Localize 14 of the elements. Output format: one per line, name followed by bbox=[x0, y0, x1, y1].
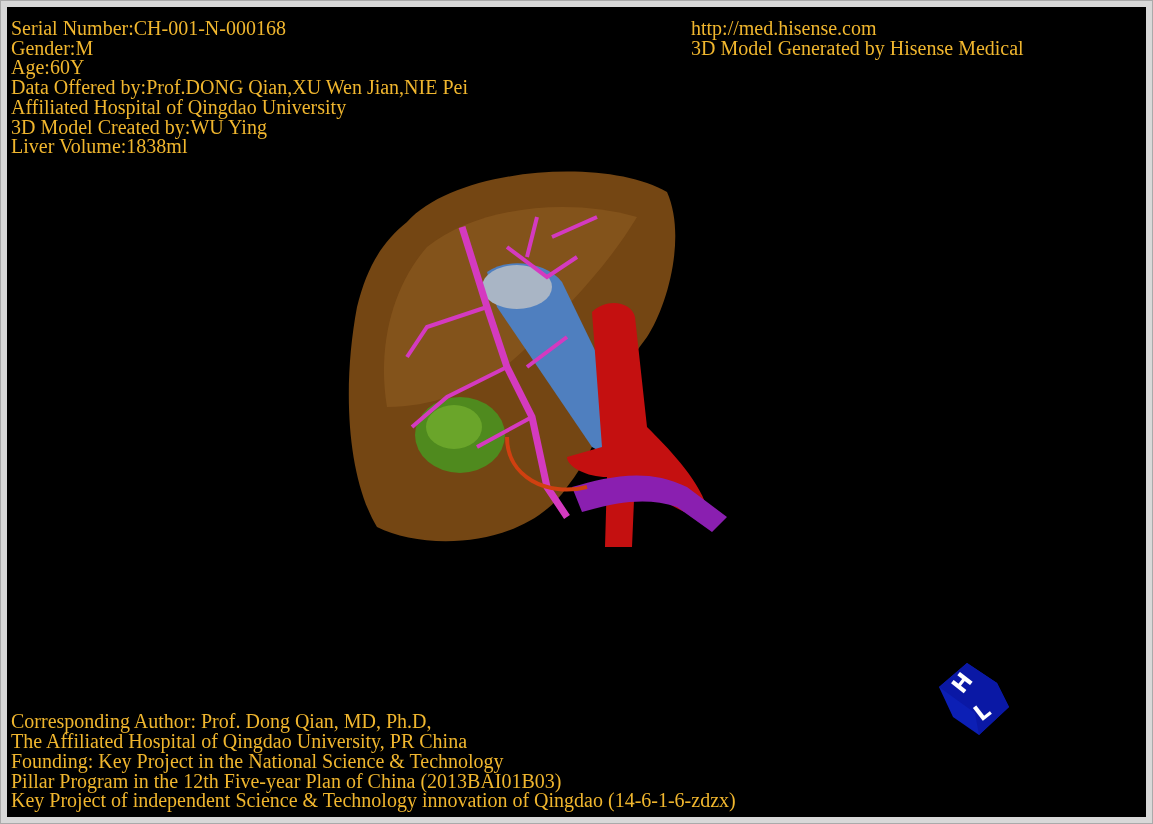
credit-text: Key Project of independent Science & Technology innovation of Qingdao (14-6-1-6-zdzx) bbox=[11, 791, 736, 811]
source-info-text: http://med.hisense.com bbox=[691, 19, 877, 39]
cube-label: H bbox=[946, 667, 978, 698]
viewport-3d[interactable] bbox=[7, 7, 1146, 817]
credit-text: The Affiliated Hospital of Qingdao University, PR China bbox=[11, 732, 468, 752]
patient-info-text: Affiliated Hospital of Qingdao University bbox=[11, 97, 347, 118]
patient-info-text: Gender:M bbox=[11, 38, 94, 59]
patient-info-text: Liver Volume:1838ml bbox=[11, 137, 188, 157]
patient-info-text: Data Offered by:Prof.DONG Qian,XU Wen Jian,NIE Pei bbox=[11, 78, 468, 98]
cube-label: L bbox=[968, 697, 996, 726]
patient-info-text: Age:60Y bbox=[11, 58, 85, 79]
patient-info-text: Serial Number:CH-001-N-000168 bbox=[11, 19, 286, 39]
credit-text: Corresponding Author: Prof. Dong Qian, MD, Ph.D, bbox=[11, 712, 432, 733]
orientation-cube[interactable] bbox=[939, 663, 1009, 735]
